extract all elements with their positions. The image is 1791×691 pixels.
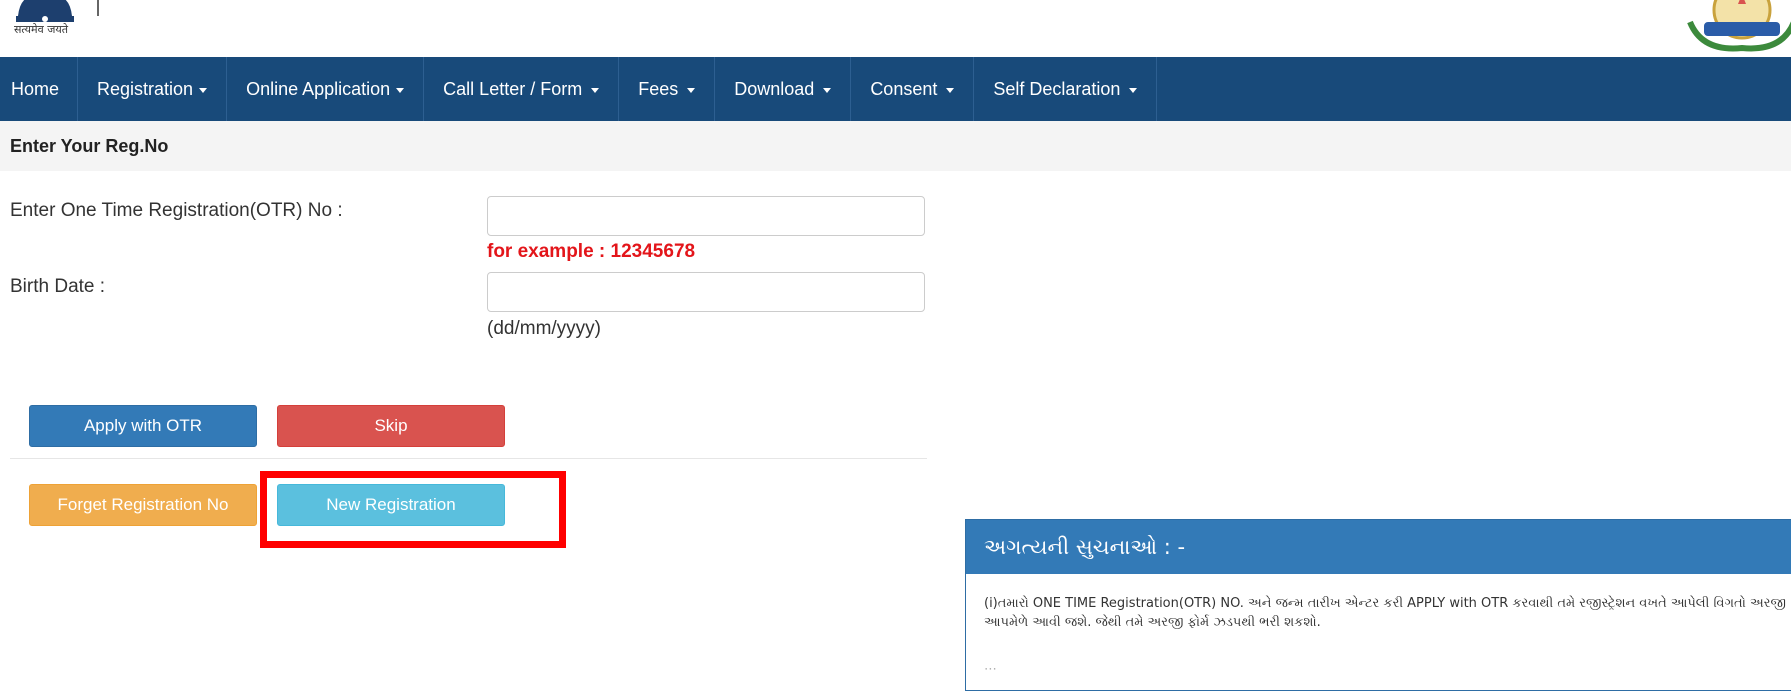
skip-button[interactable]: Skip: [277, 405, 505, 447]
nav-item-call-letter-form[interactable]: Call Letter / Form: [424, 57, 620, 121]
caret-down-icon: [1129, 87, 1138, 93]
caret-down-icon: [687, 87, 696, 93]
nav-item-label: Online Application: [246, 78, 391, 99]
nav-item-online-application[interactable]: Online Application: [227, 57, 425, 121]
notice-cut-off-line: ⋯: [984, 662, 997, 677]
header-divider: [97, 0, 99, 16]
nav-item-label: Call Letter / Form: [443, 78, 583, 99]
nav-item-download[interactable]: Download: [715, 57, 852, 121]
nav-item-consent[interactable]: Consent: [851, 57, 975, 121]
forget-registration-button[interactable]: Forget Registration No: [29, 484, 257, 526]
panel-heading: Enter Your Reg.No: [0, 121, 1791, 171]
caret-down-icon: [823, 87, 832, 93]
panel-title: Enter Your Reg.No: [10, 136, 169, 156]
notice-body: (i)તમારો ONE TIME Registration(OTR) NO. …: [966, 574, 1791, 679]
caret-down-icon: [946, 87, 955, 93]
nav-item-label: Self Declaration: [993, 78, 1121, 99]
apply-with-otr-button[interactable]: Apply with OTR: [29, 405, 257, 447]
birth-date-format-hint: (dd/mm/yyyy): [487, 318, 601, 339]
nav-item-label: Registration: [97, 78, 194, 99]
notice-title: અગત્યની સુચનાઓ : -: [966, 520, 1791, 574]
new-registration-highlight: [260, 471, 566, 548]
site-header: सत्यमेव जयते: [0, 0, 1791, 57]
main-navbar: Home Registration Online Application Cal…: [0, 57, 1791, 121]
caret-down-icon: [396, 87, 405, 93]
otr-label: Enter One Time Registration(OTR) No :: [10, 200, 343, 221]
form-divider: [10, 458, 927, 459]
nav-item-label: Fees: [638, 78, 679, 99]
caret-down-icon: [199, 87, 208, 93]
nav-item-fees[interactable]: Fees: [619, 57, 716, 121]
nav-item-home[interactable]: Home: [0, 57, 79, 121]
birth-date-label: Birth Date :: [10, 276, 106, 297]
birth-date-input[interactable]: [487, 272, 925, 312]
important-notice-panel: અગત્યની સુચનાઓ : - (i)તમારો ONE TIME Reg…: [965, 519, 1791, 691]
commission-crest-icon: [1687, 0, 1791, 52]
otr-example-text: for example : 12345678: [487, 241, 696, 262]
notice-line: આપમેળે આવી જશે. જેથી તમે અરજી ફોર્મ ઝડપથ…: [984, 615, 1321, 630]
nav-item-label: Home: [11, 78, 60, 99]
nav-item-label: Consent: [870, 78, 938, 99]
notice-line: (i)તમારો ONE TIME Registration(OTR) NO. …: [984, 596, 1786, 611]
nav-item-self-declaration[interactable]: Self Declaration: [974, 57, 1158, 121]
nav-item-registration[interactable]: Registration: [78, 57, 228, 121]
caret-down-icon: [591, 87, 600, 93]
otr-input[interactable]: [487, 196, 925, 236]
nav-item-label: Download: [734, 78, 815, 99]
emblem-motto: सत्यमेव जयते: [14, 23, 69, 36]
